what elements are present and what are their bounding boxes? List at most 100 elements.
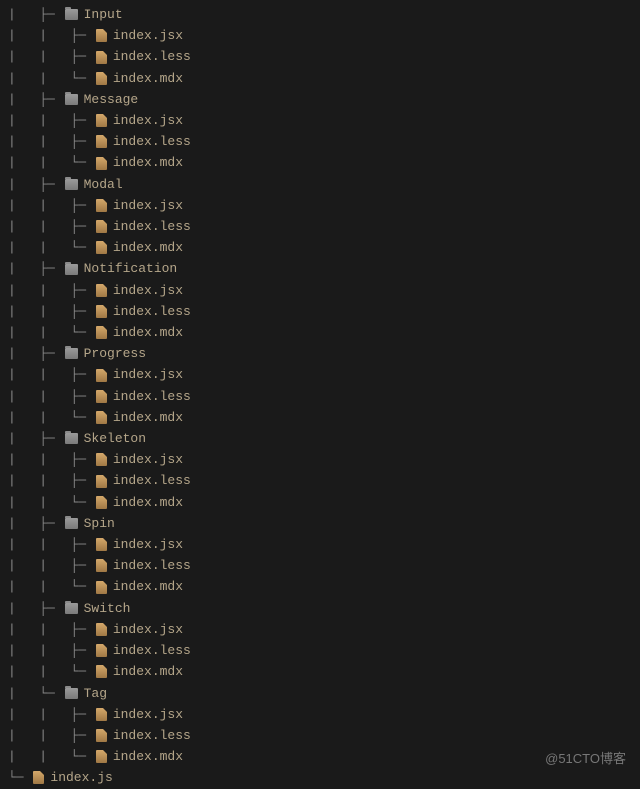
- tree-prefix: | | └─: [8, 661, 94, 682]
- tree-prefix: | | ├─: [8, 704, 94, 725]
- tree-prefix: | ├─: [8, 258, 63, 279]
- file-icon: [96, 729, 107, 742]
- folder-name: Message: [84, 89, 139, 110]
- tree-row[interactable]: | | ├─ index.jsx: [0, 704, 640, 725]
- tree-row[interactable]: | | ├─ index.less: [0, 725, 640, 746]
- tree-prefix: | ├─: [8, 89, 63, 110]
- tree-prefix: | | └─: [8, 407, 94, 428]
- tree-prefix: | | ├─: [8, 364, 94, 385]
- tree-row[interactable]: | ├─ Spin: [0, 513, 640, 534]
- tree-prefix: | | ├─: [8, 725, 94, 746]
- file-name: index.less: [113, 301, 191, 322]
- tree-row[interactable]: | | ├─ index.jsx: [0, 110, 640, 131]
- tree-prefix: | | └─: [8, 152, 94, 173]
- tree-prefix: | └─: [8, 683, 63, 704]
- file-icon: [96, 72, 107, 85]
- file-icon: [96, 326, 107, 339]
- tree-row[interactable]: | | ├─ index.jsx: [0, 449, 640, 470]
- folder-name: Progress: [84, 343, 146, 364]
- file-name: index.mdx: [113, 576, 183, 597]
- tree-row[interactable]: | | ├─ index.less: [0, 301, 640, 322]
- file-icon: [96, 475, 107, 488]
- tree-row[interactable]: | ├─ Skeleton: [0, 428, 640, 449]
- file-icon: [96, 453, 107, 466]
- file-icon: [96, 369, 107, 382]
- file-name: index.jsx: [113, 619, 183, 640]
- folder-icon: [65, 9, 78, 20]
- folder-icon: [65, 518, 78, 529]
- file-icon: [33, 771, 44, 784]
- file-name: index.less: [113, 725, 191, 746]
- tree-prefix: | ├─: [8, 513, 63, 534]
- tree-row[interactable]: | ├─ Notification: [0, 258, 640, 279]
- tree-row[interactable]: | | ├─ index.jsx: [0, 280, 640, 301]
- tree-row[interactable]: | | └─ index.mdx: [0, 661, 640, 682]
- file-icon: [96, 644, 107, 657]
- tree-row[interactable]: | | └─ index.mdx: [0, 152, 640, 173]
- tree-row[interactable]: | ├─ Progress: [0, 343, 640, 364]
- tree-prefix: | | └─: [8, 237, 94, 258]
- tree-row[interactable]: | | └─ index.mdx: [0, 492, 640, 513]
- file-name: index.js: [50, 767, 112, 788]
- tree-row[interactable]: | | ├─ index.less: [0, 555, 640, 576]
- tree-prefix: | | └─: [8, 576, 94, 597]
- folder-icon: [65, 179, 78, 190]
- tree-row[interactable]: | | ├─ index.jsx: [0, 364, 640, 385]
- folder-icon: [65, 94, 78, 105]
- tree-prefix: | | ├─: [8, 534, 94, 555]
- tree-row[interactable]: | └─ Tag: [0, 683, 640, 704]
- tree-row[interactable]: | | ├─ index.less: [0, 386, 640, 407]
- file-name: index.jsx: [113, 25, 183, 46]
- tree-row[interactable]: | ├─ Switch: [0, 598, 640, 619]
- tree-row[interactable]: | | ├─ index.less: [0, 131, 640, 152]
- tree-row[interactable]: | | ├─ index.less: [0, 470, 640, 491]
- file-name: index.mdx: [113, 322, 183, 343]
- tree-prefix: | | ├─: [8, 449, 94, 470]
- tree-row[interactable]: | | ├─ index.jsx: [0, 534, 640, 555]
- tree-prefix: | | ├─: [8, 216, 94, 237]
- tree-row[interactable]: | ├─ Modal: [0, 174, 640, 195]
- file-tree: | ├─ Input| | ├─ index.jsx| | ├─ index.l…: [0, 4, 640, 789]
- tree-row[interactable]: | | └─ index.mdx: [0, 576, 640, 597]
- tree-row[interactable]: | | └─ index.mdx: [0, 237, 640, 258]
- file-icon: [96, 538, 107, 551]
- file-icon: [96, 199, 107, 212]
- tree-row[interactable]: | | └─ index.mdx: [0, 746, 640, 767]
- tree-prefix: | ├─: [8, 428, 63, 449]
- file-icon: [96, 51, 107, 64]
- file-icon: [96, 220, 107, 233]
- tree-prefix: └─: [8, 767, 31, 788]
- tree-row[interactable]: | | └─ index.mdx: [0, 407, 640, 428]
- tree-row[interactable]: | ├─ Message: [0, 89, 640, 110]
- tree-row[interactable]: | | └─ index.mdx: [0, 68, 640, 89]
- tree-row[interactable]: | | ├─ index.less: [0, 216, 640, 237]
- tree-row[interactable]: | ├─ Input: [0, 4, 640, 25]
- tree-row[interactable]: | | └─ index.mdx: [0, 322, 640, 343]
- tree-row[interactable]: | | ├─ index.less: [0, 46, 640, 67]
- file-icon: [96, 114, 107, 127]
- tree-row[interactable]: | | ├─ index.jsx: [0, 25, 640, 46]
- tree-prefix: | | ├─: [8, 301, 94, 322]
- tree-prefix: | ├─: [8, 4, 63, 25]
- file-name: index.mdx: [113, 746, 183, 767]
- file-icon: [96, 241, 107, 254]
- folder-icon: [65, 603, 78, 614]
- tree-row[interactable]: | | ├─ index.jsx: [0, 619, 640, 640]
- tree-prefix: | ├─: [8, 343, 63, 364]
- file-icon: [96, 157, 107, 170]
- tree-prefix: | | ├─: [8, 195, 94, 216]
- tree-prefix: | ├─: [8, 598, 63, 619]
- tree-row[interactable]: | | ├─ index.jsx: [0, 195, 640, 216]
- tree-prefix: | | ├─: [8, 619, 94, 640]
- file-icon: [96, 665, 107, 678]
- file-name: index.less: [113, 131, 191, 152]
- tree-prefix: | | ├─: [8, 280, 94, 301]
- tree-prefix: | | ├─: [8, 25, 94, 46]
- file-name: index.jsx: [113, 704, 183, 725]
- tree-row[interactable]: └─ index.js: [0, 767, 640, 788]
- file-icon: [96, 496, 107, 509]
- tree-row[interactable]: | | ├─ index.less: [0, 640, 640, 661]
- folder-icon: [65, 433, 78, 444]
- file-name: index.less: [113, 386, 191, 407]
- folder-icon: [65, 688, 78, 699]
